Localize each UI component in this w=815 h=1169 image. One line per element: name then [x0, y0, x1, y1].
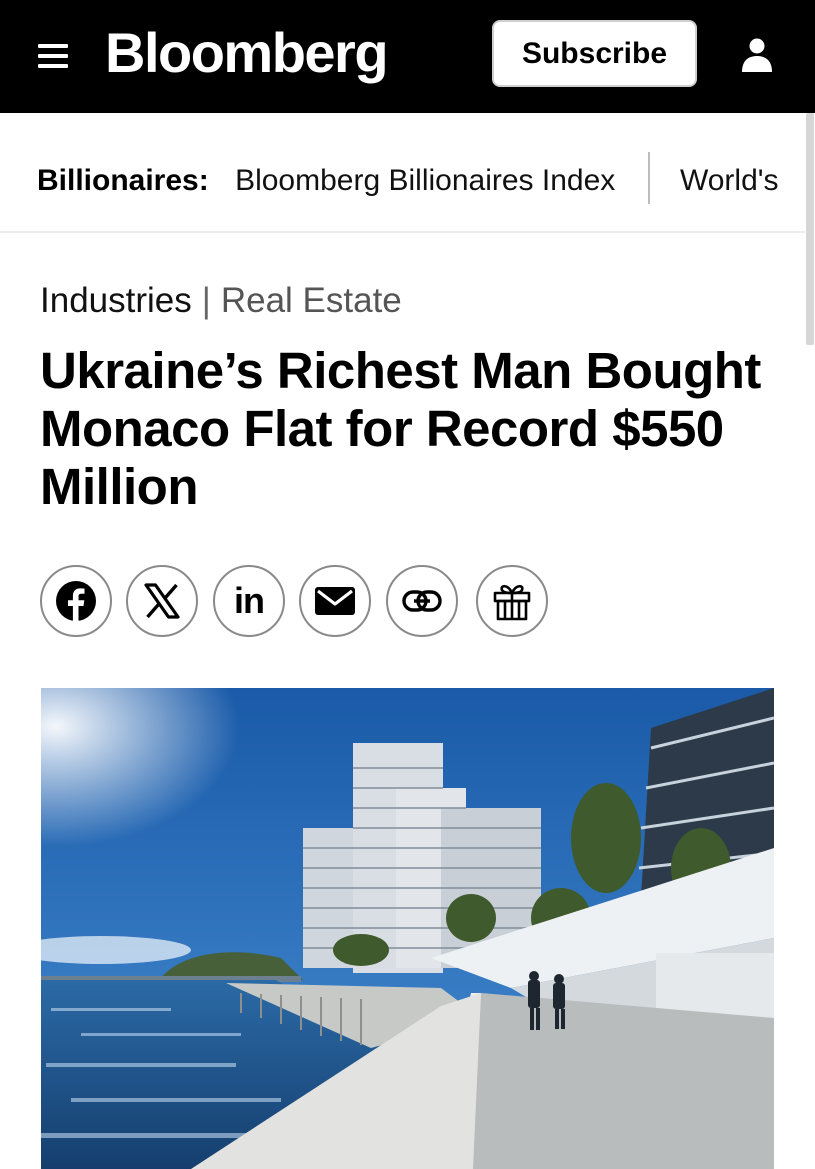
subnav-link-worlds[interactable]: World's	[680, 164, 779, 197]
user-icon[interactable]	[735, 36, 779, 76]
facebook-share-button[interactable]	[40, 565, 112, 637]
hero-image	[41, 688, 774, 1169]
linkedin-icon: in	[234, 580, 265, 621]
subscribe-button[interactable]: Subscribe	[492, 20, 697, 87]
email-share-button[interactable]	[299, 565, 371, 637]
breadcrumb-separator: |	[201, 281, 211, 320]
subnav-divider	[647, 152, 650, 204]
gift-icon	[491, 580, 533, 622]
facebook-icon	[55, 580, 97, 622]
article-headline: Ukraine’s Richest Man Bought Monaco Flat…	[40, 342, 761, 515]
menu-icon[interactable]	[38, 40, 72, 70]
breadcrumb-real-estate[interactable]: Real Estate	[221, 281, 402, 320]
scrollbar-thumb[interactable]	[806, 113, 814, 345]
x-share-button[interactable]	[126, 565, 198, 637]
breadcrumb-industries[interactable]: Industries	[40, 281, 192, 320]
top-bar: Bloomberg Subscribe	[0, 0, 815, 113]
email-icon	[314, 586, 356, 616]
linkedin-share-button[interactable]: in	[213, 565, 285, 637]
copy-link-button[interactable]	[386, 565, 458, 637]
gift-article-button[interactable]	[476, 565, 548, 637]
page: Bloomberg Subscribe Billionaires: Bloomb…	[0, 0, 815, 1169]
x-icon	[143, 583, 181, 619]
breadcrumb: Industries | Real Estate	[40, 281, 402, 321]
link-icon	[402, 589, 442, 613]
subnav-title: Billionaires:	[37, 163, 209, 197]
billionaires-subnav: Billionaires: Bloomberg Billionaires Ind…	[0, 113, 805, 233]
subnav-link-billionaires-index[interactable]: Bloomberg Billionaires Index	[235, 164, 615, 197]
bloomberg-logo[interactable]: Bloomberg	[105, 18, 389, 88]
